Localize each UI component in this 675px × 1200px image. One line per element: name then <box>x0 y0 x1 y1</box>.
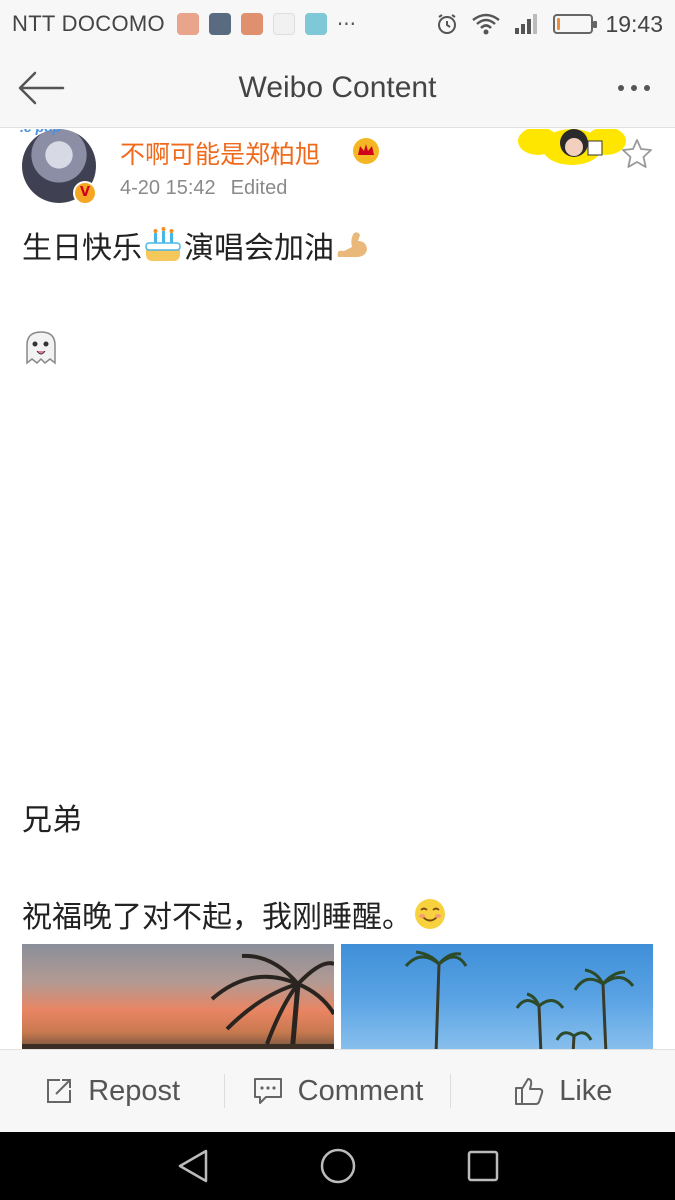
post-photo[interactable] <box>22 944 334 1049</box>
more-dot-icon <box>618 85 624 91</box>
avatar-tag: .c pop <box>20 129 90 137</box>
post-text-apology: 祝福晚了对不起，我刚睡醒。 <box>22 900 412 935</box>
repost-button[interactable]: Repost <box>0 1050 224 1132</box>
clock: 19:43 <box>605 10 663 37</box>
arrow-left-icon <box>18 71 65 105</box>
post-text-brother: 兄弟 <box>22 803 82 838</box>
status-bar: NTT DOCOMO ··· 19:43 <box>0 0 675 48</box>
nav-home-button[interactable] <box>308 1141 368 1191</box>
post-text-line: 生日快乐 演唱会加油 <box>22 223 370 267</box>
smiling-face-icon <box>415 899 445 929</box>
repost-icon <box>47 1079 72 1103</box>
favorite-star-icon[interactable] <box>620 137 654 171</box>
ghost-icon <box>26 331 56 365</box>
carrier-label: NTT DOCOMO <box>12 11 165 36</box>
birthday-cake-icon <box>145 227 181 261</box>
palm-silhouette-icon <box>22 953 334 1049</box>
repost-label: Repost <box>88 1074 181 1107</box>
app-notification-icon <box>272 13 295 35</box>
username[interactable]: 不啊可能是郑柏旭 <box>120 135 320 171</box>
nav-recents-button[interactable] <box>453 1141 513 1191</box>
comment-button[interactable]: Comment <box>225 1050 449 1132</box>
notification-icons: ··· <box>176 12 356 36</box>
more-notifications-icon: ··· <box>336 12 356 36</box>
page-title: Weibo Content <box>238 70 437 104</box>
more-dot-icon <box>644 85 650 91</box>
circle-home-icon <box>320 1148 355 1184</box>
nav-back-button[interactable] <box>163 1141 223 1191</box>
system-navigation-bar <box>0 1132 675 1200</box>
mail-notification-icon <box>176 13 199 35</box>
post-text-concert: 演唱会加油 <box>184 231 334 266</box>
gallery-notification-icon <box>304 13 327 35</box>
post-date: 4-20 15:42 <box>120 177 216 199</box>
like-label: Like <box>559 1074 613 1107</box>
post-meta: 4-20 15:42 Edited <box>120 177 287 200</box>
flexed-biceps-icon <box>337 232 367 257</box>
battery-icon <box>553 14 598 34</box>
edited-label: Edited <box>230 177 288 199</box>
like-button[interactable]: Like <box>451 1050 675 1132</box>
palm-trees-icon <box>404 950 635 1049</box>
thumbs-up-icon <box>515 1078 544 1105</box>
post-text-line: 祝福晚了对不起，我刚睡醒。 <box>22 892 448 936</box>
back-button[interactable] <box>16 66 66 110</box>
post-photo[interactable] <box>341 944 653 1049</box>
post-action-bar: Repost Comment Like <box>0 1049 675 1132</box>
app-header: Weibo Content <box>0 48 675 128</box>
crown-icon <box>353 138 379 164</box>
post: .c pop V 不啊可能是郑柏旭 4-20 15:42 Edited 生日快乐… <box>0 129 675 1049</box>
signal-icon <box>515 14 538 34</box>
triangle-back-icon <box>178 1149 207 1183</box>
square-recents-icon <box>467 1150 498 1182</box>
app-notification-icon <box>208 13 231 35</box>
wifi-icon <box>472 13 501 35</box>
post-text-birthday: 生日快乐 <box>22 231 142 266</box>
decorative-sticker-icon <box>518 129 626 165</box>
app-notification-icon <box>240 13 263 35</box>
verified-badge-icon: V <box>73 181 97 205</box>
comment-icon <box>253 1078 282 1104</box>
more-dot-icon <box>631 85 637 91</box>
comment-label: Comment <box>297 1074 424 1107</box>
alarm-icon <box>438 14 457 34</box>
more-options-button[interactable] <box>609 68 659 108</box>
